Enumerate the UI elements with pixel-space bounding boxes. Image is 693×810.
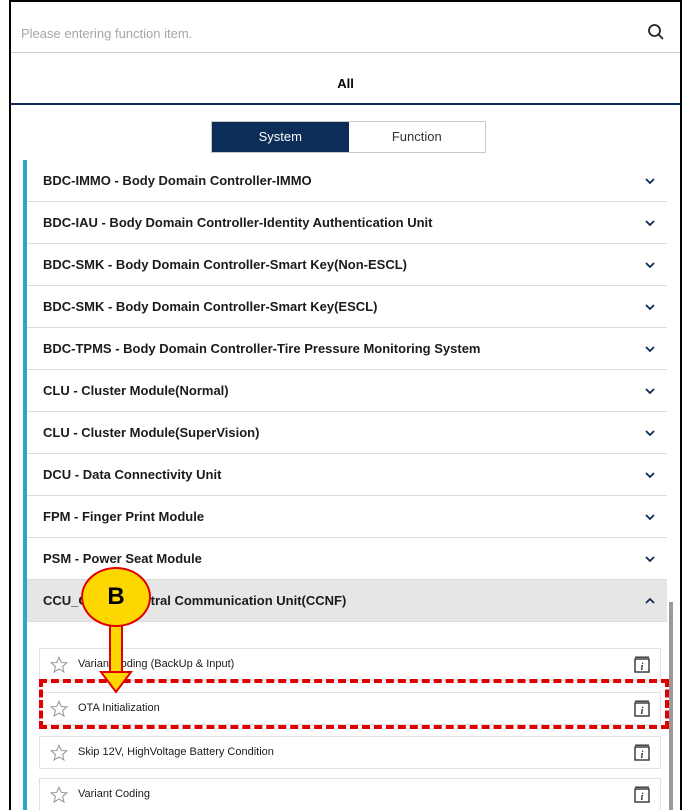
system-label: BDC-TPMS - Body Domain Controller-Tire P…	[43, 341, 481, 356]
system-label: BDC-SMK - Body Domain Controller-Smart K…	[43, 257, 408, 272]
system-label: BDC-SMK - Body Domain Controller-Smart K…	[43, 299, 378, 314]
tab-all[interactable]: All	[11, 53, 680, 103]
function-toggle-button[interactable]: Function	[349, 122, 486, 152]
system-label: DCU - Data Connectivity Unit	[43, 467, 222, 482]
info-icon[interactable]: i	[634, 786, 650, 803]
star-icon[interactable]	[50, 786, 68, 804]
system-label: CLU - Cluster Module(SuperVision)	[43, 425, 260, 440]
svg-text:i: i	[641, 792, 644, 803]
chevron-down-icon[interactable]	[645, 345, 655, 353]
function-item[interactable]: Variant Coding i	[39, 778, 661, 810]
list-item[interactable]: DCU - Data Connectivity Unit	[27, 454, 667, 496]
tab-underline	[11, 103, 680, 105]
chevron-down-icon[interactable]	[645, 261, 655, 269]
chevron-down-icon[interactable]	[645, 513, 655, 521]
scrollbar[interactable]	[669, 602, 673, 810]
system-label: BDC-IAU - Body Domain Controller-Identit…	[43, 215, 433, 230]
list-item[interactable]: BDC-IMMO - Body Domain Controller-IMMO	[27, 160, 667, 202]
system-label: BDC-IMMO - Body Domain Controller-IMMO	[43, 173, 312, 188]
chevron-down-icon[interactable]	[645, 555, 655, 563]
list-item[interactable]: BDC-IAU - Body Domain Controller-Identit…	[27, 202, 667, 244]
function-item[interactable]: Skip 12V, HighVoltage Battery Condition …	[39, 736, 661, 769]
info-icon[interactable]: i	[634, 744, 650, 761]
chevron-down-icon[interactable]	[645, 177, 655, 185]
callout-badge: B	[81, 567, 151, 627]
search-icon[interactable]	[647, 23, 665, 41]
list-item[interactable]: BDC-SMK - Body Domain Controller-Smart K…	[27, 244, 667, 286]
list-item[interactable]: FPM - Finger Print Module	[27, 496, 667, 538]
system-label: FPM - Finger Print Module	[43, 509, 205, 524]
chevron-down-icon[interactable]	[645, 387, 655, 395]
down-arrow-icon	[99, 622, 133, 694]
highlight-box	[39, 679, 669, 729]
chevron-down-icon[interactable]	[645, 471, 655, 479]
chevron-up-icon[interactable]	[645, 597, 655, 605]
search-bar	[11, 14, 680, 52]
list-item[interactable]: CLU - Cluster Module(SuperVision)	[27, 412, 667, 454]
star-icon[interactable]	[50, 656, 68, 674]
view-toggle: System Function	[211, 121, 486, 153]
function-label: Variant Coding	[78, 788, 150, 800]
chevron-down-icon[interactable]	[645, 429, 655, 437]
system-toggle-button[interactable]: System	[212, 122, 349, 152]
chevron-down-icon[interactable]	[645, 219, 655, 227]
function-label: Skip 12V, HighVoltage Battery Condition	[78, 746, 274, 758]
system-label: CLU - Cluster Module(Normal)	[43, 383, 229, 398]
search-input[interactable]	[21, 14, 621, 52]
list-item[interactable]: CLU - Cluster Module(Normal)	[27, 370, 667, 412]
svg-text:i: i	[641, 662, 644, 673]
star-icon[interactable]	[50, 744, 68, 762]
info-icon[interactable]: i	[634, 656, 650, 673]
list-item[interactable]: BDC-SMK - Body Domain Controller-Smart K…	[27, 286, 667, 328]
svg-text:i: i	[641, 750, 644, 761]
list-item[interactable]: BDC-TPMS - Body Domain Controller-Tire P…	[27, 328, 667, 370]
chevron-down-icon[interactable]	[645, 303, 655, 311]
app-frame: All System Function BDC-IMMO - Body Doma…	[9, 0, 682, 810]
